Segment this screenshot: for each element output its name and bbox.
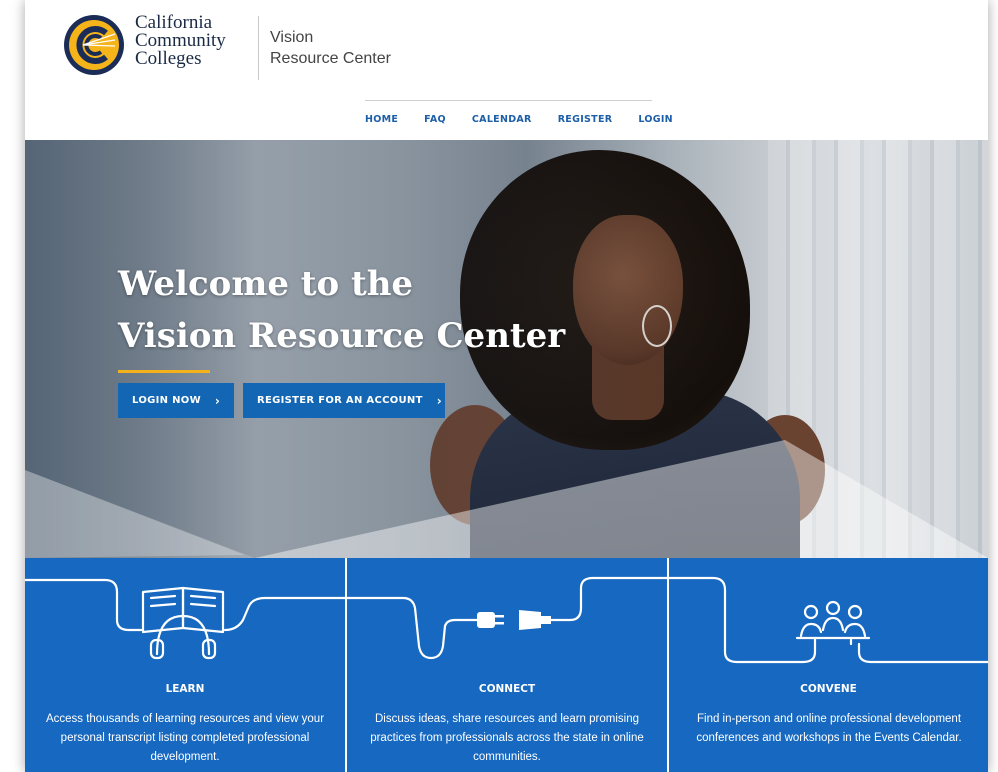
plug-connect-icon — [477, 610, 551, 630]
org-name[interactable]: California Community Colleges — [135, 13, 226, 69]
feature-title-convene: CONVENE — [800, 683, 857, 695]
feature-text-learn: Access thousands of learning resources a… — [45, 713, 325, 763]
login-now-button[interactable]: LOGIN NOW › — [118, 383, 234, 418]
logo-divider — [258, 16, 259, 80]
feature-text-connect: Discuss ideas, share resources and learn… — [370, 713, 644, 763]
nav-register[interactable]: REGISTER — [558, 114, 613, 125]
feature-title-learn: LEARN — [165, 683, 205, 695]
nav-login[interactable]: LOGIN — [638, 114, 673, 125]
register-account-button[interactable]: REGISTER FOR AN ACCOUNT › — [243, 383, 445, 418]
nav-calendar[interactable]: CALENDAR — [472, 114, 532, 125]
login-now-label: LOGIN NOW — [132, 395, 201, 406]
site-name: Vision Resource Center — [270, 27, 391, 69]
site-name-line2: Resource Center — [270, 50, 391, 67]
nav-faq[interactable]: FAQ — [424, 114, 446, 125]
site-name-line1: Vision — [270, 29, 314, 46]
hero-title-line1: Welcome to the — [118, 264, 414, 304]
feature-title-connect: CONNECT — [478, 683, 536, 695]
org-name-line3: Colleges — [135, 48, 202, 69]
register-account-label: REGISTER FOR AN ACCOUNT — [257, 395, 423, 406]
nav-home[interactable]: HOME — [365, 114, 398, 125]
nav-divider — [365, 100, 652, 101]
book-headphones-icon — [141, 586, 225, 660]
hero-accent-rule — [118, 370, 210, 373]
feature-text-convene: Find in-person and online professional d… — [696, 713, 962, 744]
hero-title: Welcome to the Vision Resource Center — [118, 258, 565, 362]
college-seal-icon[interactable] — [63, 14, 125, 76]
page-frame: California Community Colleges Vision Res… — [25, 0, 988, 772]
chevron-right-icon: › — [436, 393, 442, 408]
site-header: California Community Colleges Vision Res… — [25, 0, 988, 140]
hero-title-line2: Vision Resource Center — [118, 316, 566, 356]
chevron-right-icon: › — [214, 393, 221, 408]
hero-banner: Welcome to the Vision Resource Center LO… — [25, 140, 988, 558]
people-meeting-icon — [795, 600, 871, 646]
main-nav: HOME FAQ CALENDAR REGISTER LOGIN — [365, 114, 699, 125]
